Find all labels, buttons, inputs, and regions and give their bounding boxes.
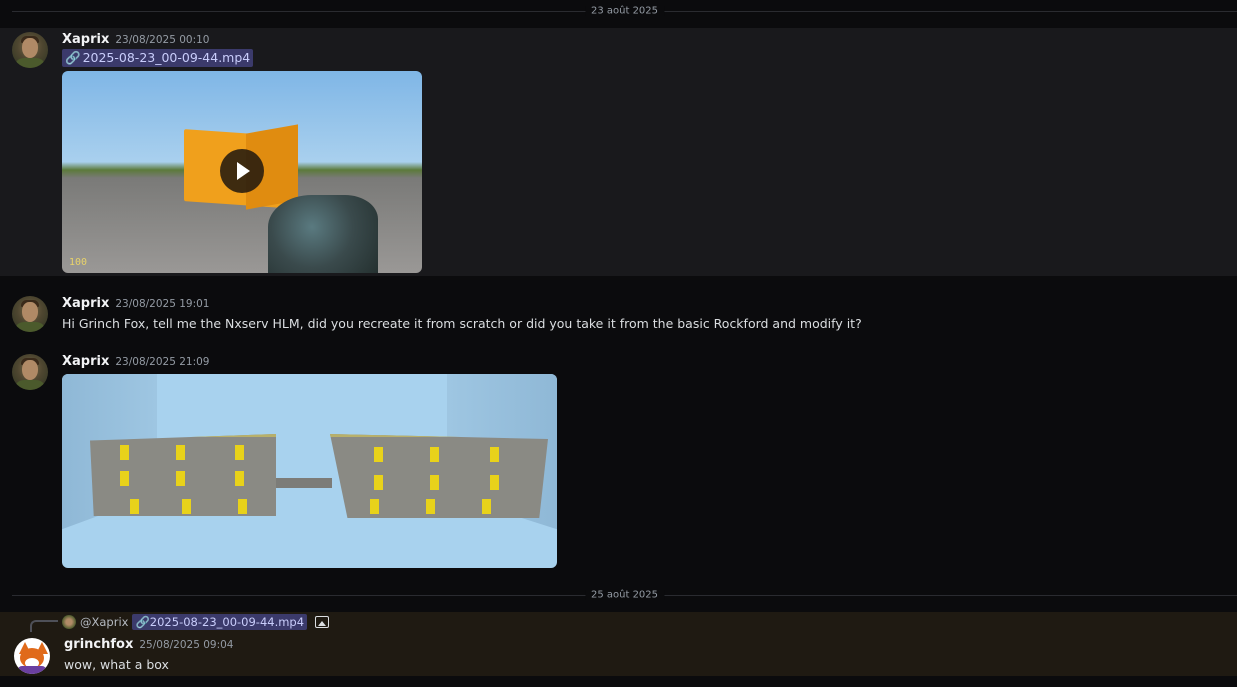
avatar[interactable] [12, 296, 48, 332]
timestamp: 25/08/2025 09:04 [139, 639, 234, 651]
timestamp: 23/08/2025 19:01 [115, 298, 210, 310]
reply-reference[interactable]: @Xaprix 🔗2025-08-23_00-09-44.mp4 [62, 614, 330, 630]
image-embed[interactable] [62, 374, 557, 568]
avatar[interactable] [12, 354, 48, 390]
author-name[interactable]: grinchfox [64, 637, 133, 652]
video-hud-health: 100 [69, 257, 88, 268]
timestamp: 23/08/2025 00:10 [115, 34, 210, 46]
timestamp: 23/08/2025 21:09 [115, 356, 210, 368]
author-name[interactable]: Xaprix [62, 296, 109, 311]
author-row: Xaprix 23/08/2025 19:01 [62, 296, 209, 311]
author-name[interactable]: Xaprix [62, 354, 109, 369]
date-divider-label: 23 août 2025 [584, 5, 665, 17]
author-row: grinchfox 25/08/2025 09:04 [64, 637, 234, 652]
avatar[interactable] [14, 638, 50, 674]
message-2[interactable]: Xaprix 23/08/2025 19:01 Hi Grinch Fox, te… [0, 290, 1237, 340]
date-divider: 25 août 2025 [12, 589, 1237, 601]
attachment-filename: 2025-08-23_00-09-44.mp4 [82, 50, 251, 65]
image-icon [315, 616, 330, 628]
reply-mention[interactable]: @Xaprix [80, 615, 128, 629]
attachment-link[interactable]: 🔗 2025-08-23_00-09-44.mp4 [62, 49, 254, 67]
reply-avatar [62, 615, 76, 629]
date-divider-label: 25 août 2025 [584, 589, 665, 601]
reply-connector [30, 620, 58, 632]
author-row: Xaprix 23/08/2025 21:09 [62, 354, 209, 369]
paperclip-icon: 🔗 [65, 50, 81, 65]
video-embed[interactable]: 100 [62, 71, 422, 273]
message-text: wow, what a box [64, 657, 169, 672]
author-row: Xaprix 23/08/2025 00:10 [62, 32, 209, 47]
message-1[interactable]: Xaprix 23/08/2025 00:10 🔗 2025-08-23_00-09… [0, 28, 1237, 276]
paperclip-icon: 🔗 [135, 615, 150, 629]
reply-attachment[interactable]: 🔗2025-08-23_00-09-44.mp4 [132, 614, 308, 630]
message-text: Hi Grinch Fox, tell me the Nxserv HLM, d… [62, 316, 862, 331]
date-divider: 23 août 2025 [12, 5, 1237, 17]
play-icon[interactable] [220, 149, 264, 193]
reply-attachment-filename: 2025-08-23_00-09-44.mp4 [149, 615, 305, 629]
avatar[interactable] [12, 32, 48, 68]
author-name[interactable]: Xaprix [62, 32, 109, 47]
